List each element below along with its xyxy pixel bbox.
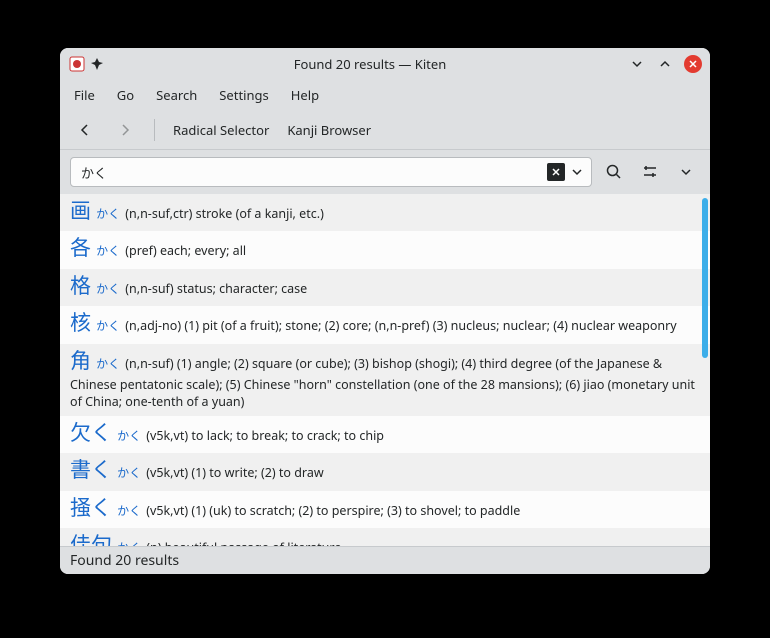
titlebar: Found 20 results — Kiten — [60, 48, 710, 80]
result-definition: (n,n-suf) (1) angle; (2) square (or cube… — [70, 355, 695, 411]
options-dropdown[interactable] — [672, 158, 700, 186]
result-kanji[interactable]: 角 — [70, 347, 91, 375]
minimize-button[interactable] — [628, 55, 646, 73]
result-reading[interactable]: かく — [114, 539, 144, 546]
result-reading[interactable]: かく — [93, 280, 123, 297]
menu-file[interactable]: File — [74, 86, 95, 104]
status-text: Found 20 results — [70, 551, 179, 570]
close-button[interactable] — [684, 55, 702, 73]
result-kanji[interactable]: 核 — [70, 309, 91, 337]
searchbar — [60, 150, 710, 194]
result-row[interactable]: 各 かく (pref) each; every; all — [60, 231, 710, 268]
result-row[interactable]: 佳句 かく (n) beautiful passage of literatur… — [60, 528, 710, 546]
result-kanji[interactable]: 画 — [70, 197, 91, 225]
menu-settings[interactable]: Settings — [219, 86, 268, 104]
result-row[interactable]: 掻く かく (v5k,vt) (1) (uk) to scratch; (2) … — [60, 491, 710, 528]
result-definition: (n) beautiful passage of literature — [146, 539, 341, 546]
result-row[interactable]: 核 かく (n,adj-no) (1) pit (of a fruit); st… — [60, 306, 710, 343]
search-button[interactable] — [600, 158, 628, 186]
result-reading[interactable]: かく — [114, 502, 144, 519]
result-kanji[interactable]: 各 — [70, 234, 91, 262]
search-field-wrap — [70, 157, 592, 187]
result-kanji[interactable]: 欠く — [70, 419, 112, 447]
result-definition: (n,n-suf,ctr) stroke (of a kanji, etc.) — [125, 205, 324, 222]
toolbar: Radical Selector Kanji Browser — [60, 110, 710, 150]
back-button[interactable] — [74, 119, 96, 141]
clear-search-icon[interactable] — [547, 163, 565, 181]
menu-help[interactable]: Help — [291, 86, 319, 104]
result-definition: (v5k,vt) to lack; to break; to crack; to… — [146, 427, 384, 444]
result-reading[interactable]: かく — [114, 464, 144, 481]
result-kanji[interactable]: 掻く — [70, 494, 112, 522]
menubar: File Go Search Settings Help — [60, 80, 710, 110]
menu-search[interactable]: Search — [156, 86, 197, 104]
result-reading[interactable]: かく — [93, 242, 123, 259]
app-window: Found 20 results — Kiten File Go Search … — [60, 48, 710, 574]
result-definition: (n,adj-no) (1) pit (of a fruit); stone; … — [125, 317, 676, 334]
result-reading[interactable]: かく — [93, 317, 123, 334]
result-row[interactable]: 格 かく (n,n-suf) status; character; case — [60, 269, 710, 306]
result-definition: (n,n-suf) status; character; case — [125, 280, 307, 297]
result-definition: (v5k,vt) (1) to write; (2) to draw — [146, 464, 323, 481]
results-list[interactable]: 画 かく (n,n-suf,ctr) stroke (of a kanji, e… — [60, 194, 710, 546]
scrollbar-thumb[interactable] — [702, 198, 708, 358]
result-reading[interactable]: かく — [114, 427, 144, 444]
menu-go[interactable]: Go — [117, 86, 134, 104]
forward-button[interactable] — [114, 119, 136, 141]
statusbar: Found 20 results — [60, 546, 710, 574]
pin-icon[interactable] — [90, 57, 104, 71]
kanji-browser-button[interactable]: Kanji Browser — [287, 121, 371, 139]
window-controls — [628, 55, 702, 73]
result-kanji[interactable]: 書く — [70, 456, 112, 484]
window-title: Found 20 results — Kiten — [112, 55, 628, 73]
result-kanji[interactable]: 佳句 — [70, 531, 112, 546]
result-kanji[interactable]: 格 — [70, 272, 91, 300]
result-definition: (pref) each; every; all — [125, 242, 246, 259]
maximize-button[interactable] — [656, 55, 674, 73]
result-row[interactable]: 角 かく (n,n-suf) (1) angle; (2) square (or… — [60, 344, 710, 416]
result-row[interactable]: 画 かく (n,n-suf,ctr) stroke (of a kanji, e… — [60, 194, 710, 231]
result-row[interactable]: 欠く かく (v5k,vt) to lack; to break; to cra… — [60, 416, 710, 453]
result-definition: (v5k,vt) (1) (uk) to scratch; (2) to per… — [146, 502, 520, 519]
result-row[interactable]: 書く かく (v5k,vt) (1) to write; (2) to draw — [60, 453, 710, 490]
app-icon — [68, 55, 86, 73]
result-reading[interactable]: かく — [93, 205, 123, 222]
search-input[interactable] — [81, 165, 547, 180]
search-history-dropdown[interactable] — [569, 166, 585, 178]
toolbar-divider — [154, 119, 155, 141]
result-reading[interactable]: かく — [93, 355, 123, 372]
radical-selector-button[interactable]: Radical Selector — [173, 121, 269, 139]
filter-button[interactable] — [636, 158, 664, 186]
